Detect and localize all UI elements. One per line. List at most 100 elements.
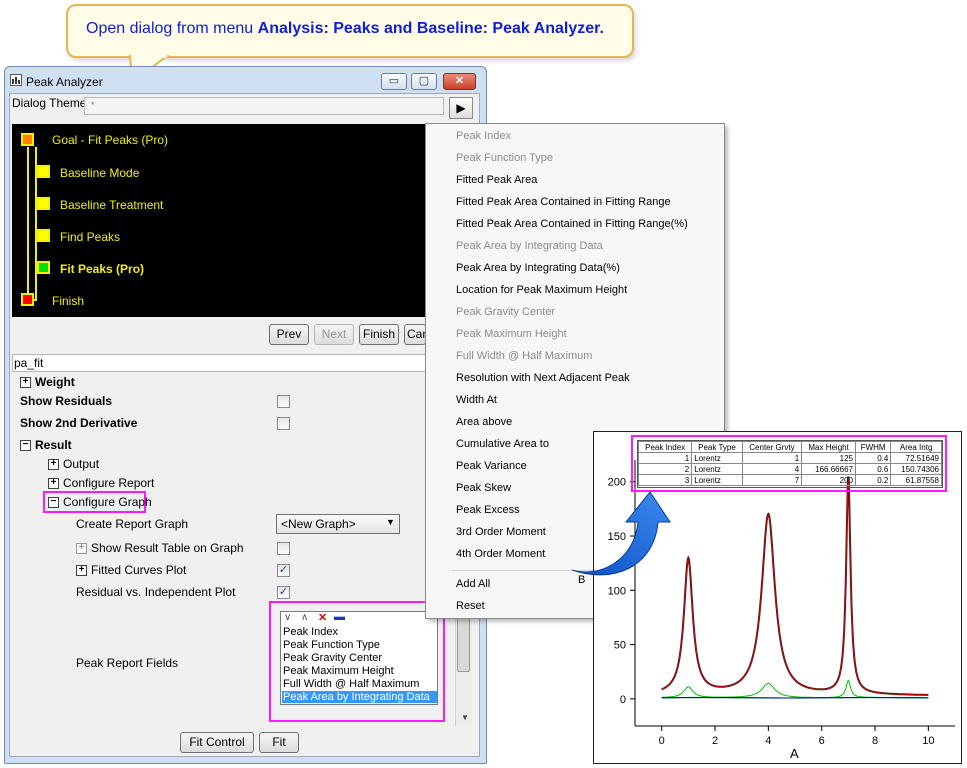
result-table-cell: 4 <box>741 463 803 475</box>
flow-step-find-peaks[interactable]: Find Peaks <box>60 230 120 244</box>
x-tick-label: 6 <box>819 735 825 747</box>
result-table-cell: 166.66667 <box>801 463 856 475</box>
show-result-table-checkbox[interactable] <box>277 542 290 555</box>
flow-step-finish[interactable]: Finish <box>52 294 84 308</box>
residual-plot-checkbox[interactable]: ✓ <box>277 586 290 599</box>
result-table-cell: 61.87558 <box>890 474 942 486</box>
menu-item-location-max-height[interactable]: Location for Peak Maximum Height <box>456 284 627 296</box>
menu-item-4th-moment[interactable]: 4th Order Moment <box>456 548 545 560</box>
weight-expander[interactable]: + <box>20 377 31 388</box>
menu-item-max-height[interactable]: Peak Maximum Height <box>456 328 567 340</box>
dialog-theme-input[interactable]: * <box>84 97 444 115</box>
menu-path: Analysis: Peaks and Baseline: Peak Analy… <box>257 20 600 37</box>
fitted-curves-checkbox[interactable]: ✓ <box>277 564 290 577</box>
cancel-button[interactable]: Cancel <box>404 324 426 345</box>
menu-item-cumulative-area[interactable]: Cumulative Area to <box>456 438 549 450</box>
x-tick-label: 4 <box>765 735 771 747</box>
field-peak-area-integrating[interactable]: Peak Area by Integrating Data <box>282 691 437 703</box>
dialog-theme-label: Dialog Theme <box>12 96 87 110</box>
flow-step-fit-peaks[interactable]: Fit Peaks (Pro) <box>60 262 144 276</box>
menu-item-peak-excess[interactable]: Peak Excess <box>456 504 520 516</box>
menu-item-area-integrating-pct[interactable]: Peak Area by Integrating Data(%) <box>456 262 620 274</box>
menu-item-width-at[interactable]: Width At <box>456 394 497 406</box>
menu-item-resolution[interactable]: Resolution with Next Adjacent Peak <box>456 372 630 384</box>
field-peak-function-type[interactable]: Peak Function Type <box>282 639 437 651</box>
result-table-cell: 7 <box>741 474 803 486</box>
move-up-icon[interactable]: ∧ <box>301 612 308 623</box>
field-fwhm[interactable]: Full Width @ Half Maximum <box>282 678 437 690</box>
menu-item-3rd-moment[interactable]: 3rd Order Moment <box>456 526 546 538</box>
maximize-button[interactable]: ▢ <box>411 73 437 90</box>
output-expander[interactable]: + <box>48 459 59 470</box>
create-report-graph-select[interactable]: <New Graph> <box>276 514 400 534</box>
menu-item-peak-variance[interactable]: Peak Variance <box>456 460 527 472</box>
fit-control-button[interactable]: Fit Control <box>180 732 254 753</box>
menu-item-fitted-area-range[interactable]: Fitted Peak Area Contained in Fitting Ra… <box>456 196 671 208</box>
menu-item-fitted-peak-area[interactable]: Fitted Peak Area <box>456 174 537 186</box>
flow-step-baseline-mode-box[interactable] <box>37 165 50 178</box>
result-table-cell: 0.6 <box>854 463 892 475</box>
x-axis-label: A <box>790 746 799 761</box>
show-result-table-label: Show Result Table on Graph <box>91 541 244 555</box>
flow-step-fit-peaks-box[interactable] <box>37 261 50 274</box>
menu-item-fwhm[interactable]: Full Width @ Half Maximum <box>456 350 592 362</box>
flow-step-baseline-mode[interactable]: Baseline Mode <box>60 166 139 180</box>
flow-step-finish-box[interactable] <box>21 293 34 306</box>
fitted-curves-expander[interactable]: + <box>76 565 87 576</box>
app-icon <box>10 74 22 86</box>
theme-name-field[interactable]: pa_fit <box>12 354 476 372</box>
menu-item-reset[interactable]: Reset <box>456 600 485 612</box>
show-result-table-expander[interactable]: + <box>76 543 87 554</box>
menu-item-gravity-center[interactable]: Peak Gravity Center <box>456 306 555 318</box>
fit-button[interactable]: Fit <box>259 732 299 753</box>
flow-step-goal[interactable]: Goal - Fit Peaks (Pro) <box>52 133 168 147</box>
flow-step-baseline-treatment[interactable]: Baseline Treatment <box>60 198 163 212</box>
flow-connector <box>27 147 29 299</box>
show-residuals-checkbox[interactable] <box>277 395 290 408</box>
result-table-cell: Lorentz <box>691 463 743 475</box>
menu-item-area-integrating[interactable]: Peak Area by Integrating Data <box>456 240 603 252</box>
configure-graph-label: Configure Graph <box>63 495 152 509</box>
show-2nd-derivative-label: Show 2nd Derivative <box>20 416 138 430</box>
scroll-down-arrow[interactable]: ▼ <box>461 713 469 722</box>
menu-item-add-all[interactable]: Add All <box>456 578 490 590</box>
result-collapser[interactable]: − <box>20 440 31 451</box>
window-title: Peak Analyzer <box>26 75 103 89</box>
finish-button[interactable]: Finish <box>359 324 399 345</box>
residual-plot-label: Residual vs. Independent Plot <box>76 585 236 599</box>
result-table-cell: 150.74306 <box>890 463 942 475</box>
menu-item-peak-index[interactable]: Peak Index <box>456 130 511 142</box>
menu-item-peak-function-type[interactable]: Peak Function Type <box>456 152 553 164</box>
flow-step-find-peaks-box[interactable] <box>37 229 50 242</box>
dialog-theme-arrow-button[interactable]: ▶ <box>449 97 473 119</box>
prev-button[interactable]: Prev <box>269 324 309 345</box>
configure-report-expander[interactable]: + <box>48 478 59 489</box>
add-icon[interactable]: ▬ <box>334 611 345 623</box>
menu-item-area-above[interactable]: Area above <box>456 416 512 428</box>
weight-label: Weight <box>35 375 75 389</box>
minimize-button[interactable]: ▭ <box>381 73 407 90</box>
flow-step-goal-box[interactable] <box>21 133 34 146</box>
result-table-header-cell: Peak Type <box>691 441 743 453</box>
next-button[interactable]: Next <box>314 324 354 345</box>
result-table-row: 2 Lorentz 4 166.66667 0.6 150.74306 <box>637 463 942 475</box>
result-table-cell: 2 <box>637 463 693 475</box>
field-peak-gravity-center[interactable]: Peak Gravity Center <box>282 652 437 664</box>
flow-step-baseline-treatment-box[interactable] <box>37 197 50 210</box>
result-table-header-cell: Center Grvty <box>741 441 803 453</box>
result-table-header-cell: Area Intg <box>890 441 942 453</box>
menu-item-peak-skew[interactable]: Peak Skew <box>456 482 511 494</box>
menu-item-fitted-area-range-pct[interactable]: Fitted Peak Area Contained in Fitting Ra… <box>456 218 688 230</box>
move-down-icon[interactable]: ∨ <box>284 612 291 623</box>
delete-icon[interactable]: ✕ <box>318 611 327 624</box>
peak-component-curve <box>661 679 929 699</box>
field-peak-index[interactable]: Peak Index <box>282 626 437 638</box>
field-peak-maximum-height[interactable]: Peak Maximum Height <box>282 665 437 677</box>
y-tick-label: 200 <box>608 477 626 489</box>
peak-report-fields-label: Peak Report Fields <box>76 656 179 670</box>
fit-curve <box>661 477 929 696</box>
close-button[interactable]: ✕ <box>443 73 476 90</box>
configure-graph-collapser[interactable]: − <box>48 497 59 508</box>
show-2nd-derivative-checkbox[interactable] <box>277 417 290 430</box>
y-tick-label: 0 <box>620 694 626 706</box>
